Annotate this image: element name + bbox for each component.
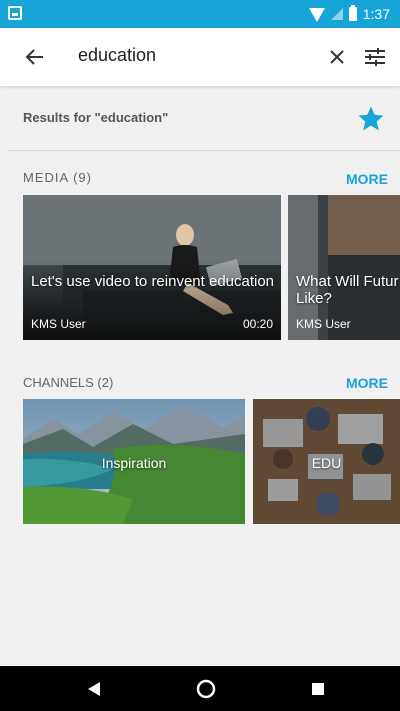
filter-sliders-icon — [365, 48, 385, 66]
media-card[interactable]: What Will Futur Like? KMS User — [288, 195, 400, 340]
search-app-bar: education — [0, 28, 400, 86]
channel-name: EDU — [311, 455, 342, 471]
triangle-back-icon — [88, 682, 100, 696]
channels-more-link[interactable]: MORE — [346, 375, 388, 391]
search-input[interactable]: education — [78, 45, 156, 66]
system-nav-bar — [0, 666, 400, 711]
channel-card[interactable]: EDU — [253, 399, 400, 524]
media-author: KMS User — [296, 317, 351, 331]
close-icon — [330, 50, 344, 64]
nav-recents-button[interactable] — [305, 676, 331, 702]
media-author: KMS User — [31, 317, 86, 331]
media-title: Let's use video to reinvent education — [31, 273, 275, 290]
status-bar: 1:37 — [0, 0, 400, 28]
nav-back-button[interactable] — [81, 676, 107, 702]
nav-home-button[interactable] — [193, 676, 219, 702]
results-label: Results for "education" — [23, 110, 169, 125]
media-section-title: MEDIA (9) — [23, 170, 92, 185]
wifi-icon — [308, 8, 325, 22]
filter-button[interactable] — [358, 40, 392, 74]
signal-icon — [330, 8, 343, 20]
channel-card[interactable]: Inspiration — [23, 399, 245, 524]
favorite-search-button[interactable] — [356, 104, 386, 134]
back-button[interactable] — [18, 40, 52, 74]
media-card[interactable]: Let's use video to reinvent education KM… — [23, 195, 281, 340]
channel-name: Inspiration — [101, 455, 167, 471]
status-indicators: 1:37 — [308, 0, 390, 28]
clear-search-button[interactable] — [320, 40, 354, 74]
media-duration: 00:20 — [242, 317, 273, 331]
star-icon — [358, 106, 384, 131]
arrow-left-icon — [25, 49, 43, 65]
square-recents-icon — [312, 683, 324, 695]
media-title: What Will Futur Like? — [296, 273, 399, 307]
gallery-icon — [8, 6, 22, 20]
results-header: Results for "education" — [8, 86, 400, 151]
battery-icon — [348, 5, 357, 21]
channels-section-title: CHANNELS (2) — [23, 375, 114, 390]
circle-home-icon — [196, 679, 216, 699]
status-time: 1:37 — [362, 6, 390, 22]
media-more-link[interactable]: MORE — [346, 171, 388, 187]
